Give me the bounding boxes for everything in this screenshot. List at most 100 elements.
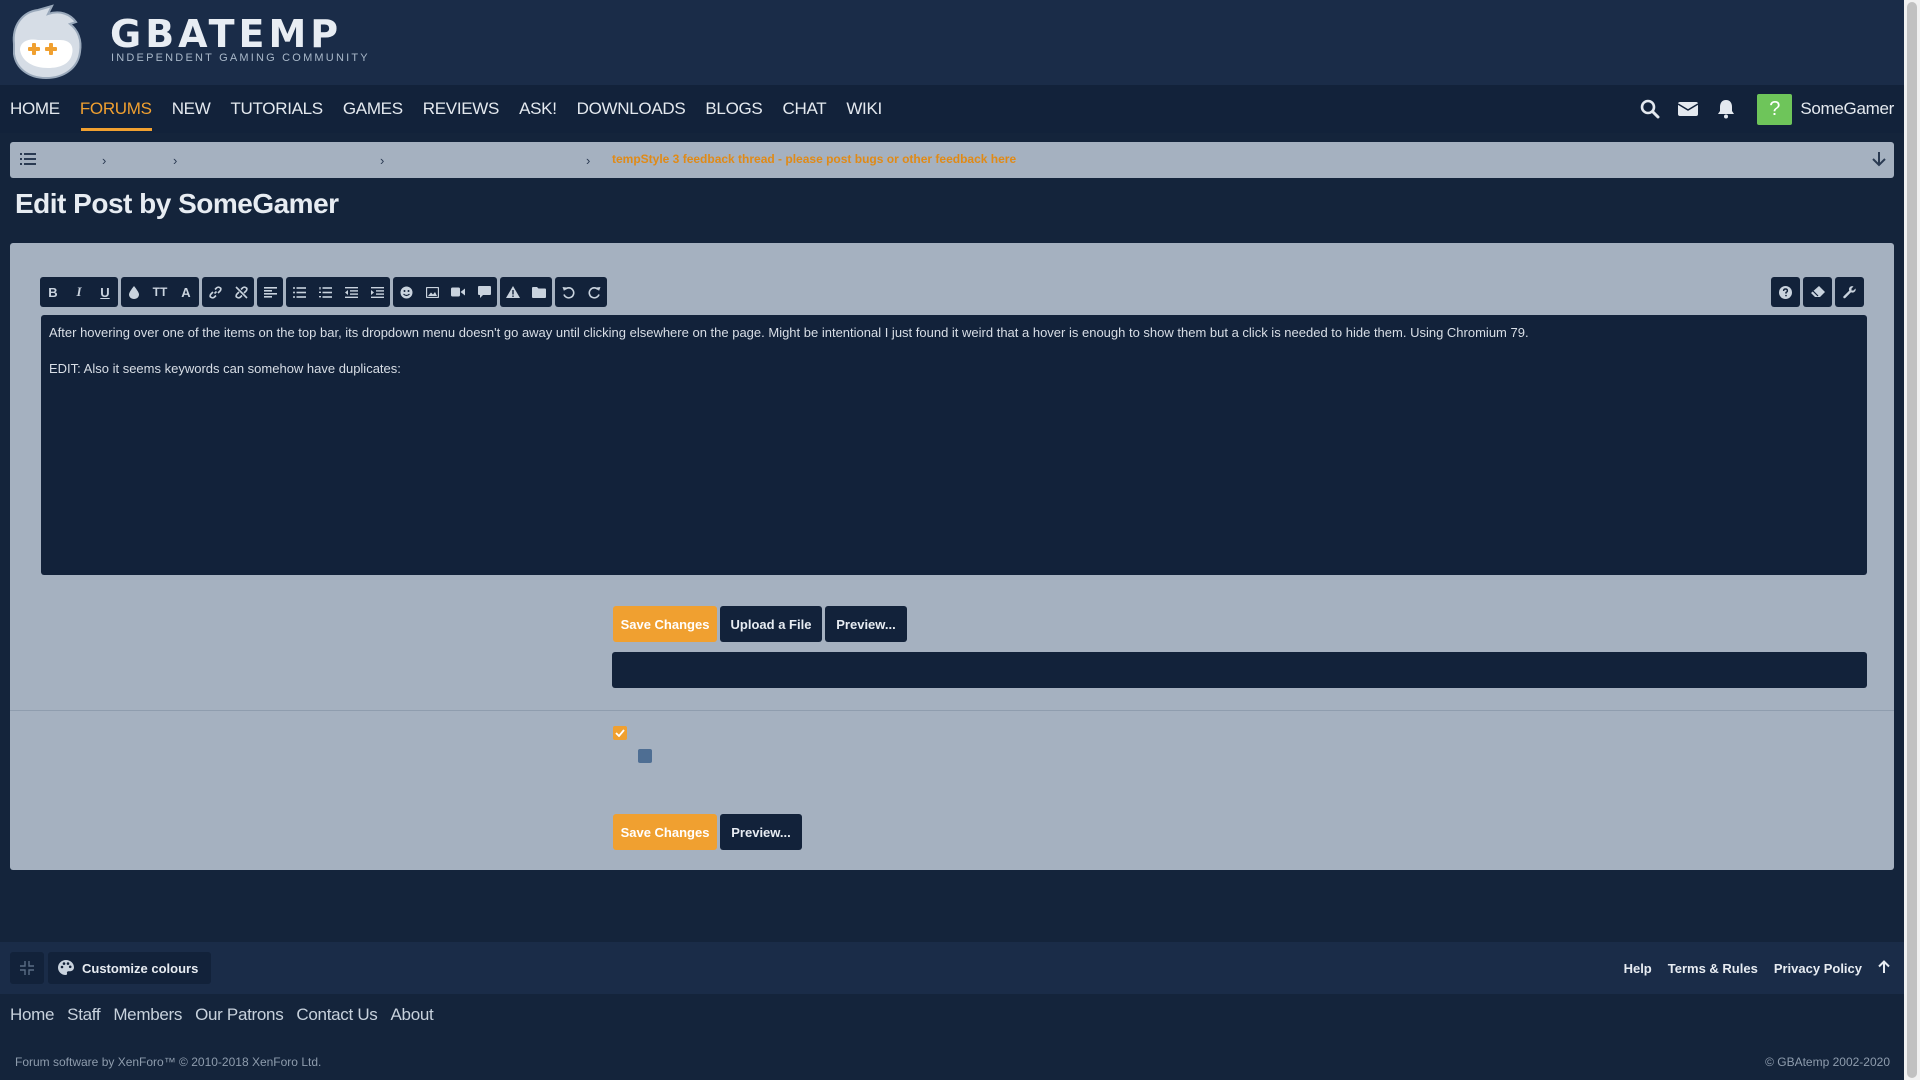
site-logo[interactable]: GBATEMP INDEPENDENT GAMING COMMUNITY [8, 4, 388, 80]
chevron-right-icon: › [586, 153, 591, 168]
mascot-icon [12, 4, 82, 80]
bell-icon[interactable] [1711, 94, 1741, 124]
attachment-area[interactable] [612, 652, 1867, 688]
undo-icon[interactable] [555, 277, 581, 307]
site-copyright: © GBAtemp 2002-2020 [1765, 1055, 1890, 1069]
video-icon[interactable] [445, 277, 471, 307]
site-header: GBATEMP INDEPENDENT GAMING COMMUNITY [0, 0, 1904, 85]
site-brand: GBATEMP [110, 12, 343, 56]
editor-toolbar-right [1768, 277, 1864, 307]
nav-user-area: ? SomeGamer [1631, 85, 1894, 133]
redo-icon[interactable] [581, 277, 607, 307]
bullet-list-icon[interactable] [286, 277, 312, 307]
compress-icon[interactable] [10, 952, 44, 984]
nav-tab-new[interactable]: NEW [162, 85, 221, 133]
align-group [257, 277, 283, 307]
font-group: TT A [121, 277, 199, 307]
footer-link-privacy[interactable]: Privacy Policy [1774, 961, 1862, 976]
bold-button[interactable]: B [40, 277, 66, 307]
customize-colours-label: Customize colours [82, 960, 199, 976]
quote-bubble-icon[interactable] [471, 277, 497, 307]
eraser-group [1803, 277, 1832, 307]
font-button[interactable]: A [173, 277, 199, 307]
arrow-down-icon[interactable] [1872, 151, 1886, 172]
footer-links: Help Terms & Rules Privacy Policy [1608, 952, 1890, 984]
nav-tab-forums[interactable]: FORUMS [70, 85, 162, 133]
envelope-icon[interactable] [1673, 94, 1703, 124]
editor-toolbar: B I U TT A [40, 277, 610, 307]
avatar[interactable]: ? [1757, 93, 1793, 125]
scrollbar-thumb[interactable] [1907, 2, 1917, 1078]
nav-tab-ask[interactable]: ASK! [509, 85, 567, 133]
nav-tab-wiki[interactable]: WIKI [836, 85, 892, 133]
color-drop-icon[interactable] [121, 277, 147, 307]
arrow-up-icon[interactable] [1878, 960, 1890, 976]
save-changes-button[interactable]: Save Changes [613, 606, 717, 642]
edit-form: B I U TT A After hovering over one of th… [10, 243, 1894, 870]
username-link[interactable]: SomeGamer [1800, 99, 1894, 119]
post-editor[interactable]: After hovering over one of the items on … [41, 315, 1867, 575]
preview-button-bottom[interactable]: Preview... [720, 814, 802, 850]
history-group [555, 277, 607, 307]
save-changes-button-bottom[interactable]: Save Changes [613, 814, 717, 850]
footer-link-terms[interactable]: Terms & Rules [1668, 961, 1758, 976]
nav-tab-tutorials[interactable]: TUTORIALS [220, 85, 332, 133]
footer-nav-staff[interactable]: Staff [67, 1005, 100, 1025]
nav-tabs: HOME FORUMS NEW TUTORIALS GAMES REVIEWS … [0, 85, 892, 133]
customize-colours-button[interactable]: Customize colours [48, 952, 211, 984]
footer-link-help[interactable]: Help [1624, 961, 1652, 976]
chevron-right-icon: › [173, 153, 178, 168]
list-group [286, 277, 390, 307]
smiley-icon[interactable] [393, 277, 419, 307]
nav-tab-downloads[interactable]: DOWNLOADS [567, 85, 696, 133]
wrench-icon[interactable] [1835, 277, 1864, 307]
numbered-list-icon[interactable] [312, 277, 338, 307]
breadcrumb-current[interactable]: tempStyle 3 feedback thread - please pos… [612, 152, 1016, 166]
editor-paragraph: EDIT: Also it seems keywords can somehow… [49, 361, 401, 376]
footer-nav-home[interactable]: Home [10, 1005, 54, 1025]
palette-icon [58, 960, 74, 975]
divider [10, 710, 1894, 711]
outdent-icon[interactable] [338, 277, 364, 307]
search-icon[interactable] [1635, 94, 1665, 124]
footer-nav-members[interactable]: Members [113, 1005, 182, 1025]
list-icon[interactable] [20, 152, 36, 171]
nav-tab-reviews[interactable]: REVIEWS [413, 85, 509, 133]
image-icon[interactable] [419, 277, 445, 307]
editor-paragraph: After hovering over one of the items on … [49, 325, 1529, 340]
align-left-icon[interactable] [257, 277, 283, 307]
software-copyright[interactable]: Forum software by XenForo™ © 2010-2018 X… [15, 1055, 321, 1069]
eraser-icon[interactable] [1803, 277, 1832, 307]
checkbox-checked[interactable] [613, 726, 627, 740]
preview-button[interactable]: Preview... [825, 606, 907, 642]
help-group [1771, 277, 1800, 307]
footer-nav-patrons[interactable]: Our Patrons [195, 1005, 284, 1025]
site-tagline: INDEPENDENT GAMING COMMUNITY [111, 52, 370, 64]
nav-tab-home[interactable]: HOME [0, 85, 70, 133]
italic-button[interactable]: I [66, 277, 92, 307]
page-scrollbar[interactable] [1904, 0, 1920, 1080]
folder-icon[interactable] [526, 277, 552, 307]
link-group [202, 277, 254, 307]
text-style-group: B I U [40, 277, 118, 307]
help-icon[interactable] [1771, 277, 1800, 307]
checkbox-indicator[interactable] [638, 749, 652, 763]
chevron-right-icon: › [380, 153, 385, 168]
nav-tab-games[interactable]: GAMES [333, 85, 413, 133]
page: GBATEMP INDEPENDENT GAMING COMMUNITY HOM… [0, 0, 1904, 1080]
extra-group [500, 277, 552, 307]
footer-nav-about[interactable]: About [391, 1005, 434, 1025]
indent-icon[interactable] [364, 277, 390, 307]
unlink-icon[interactable] [228, 277, 254, 307]
footer-bar: Customize colours Help Terms & Rules Pri… [0, 942, 1904, 994]
font-size-button[interactable]: TT [147, 277, 173, 307]
nav-tab-blogs[interactable]: BLOGS [695, 85, 772, 133]
footer-nav: Home Staff Members Our Patrons Contact U… [10, 1005, 446, 1025]
footer-nav-contact[interactable]: Contact Us [296, 1005, 377, 1025]
main-nav: HOME FORUMS NEW TUTORIALS GAMES REVIEWS … [0, 85, 1904, 133]
link-icon[interactable] [202, 277, 228, 307]
underline-button[interactable]: U [92, 277, 118, 307]
nav-tab-chat[interactable]: CHAT [772, 85, 836, 133]
upload-file-button[interactable]: Upload a File [720, 606, 822, 642]
warning-icon[interactable] [500, 277, 526, 307]
